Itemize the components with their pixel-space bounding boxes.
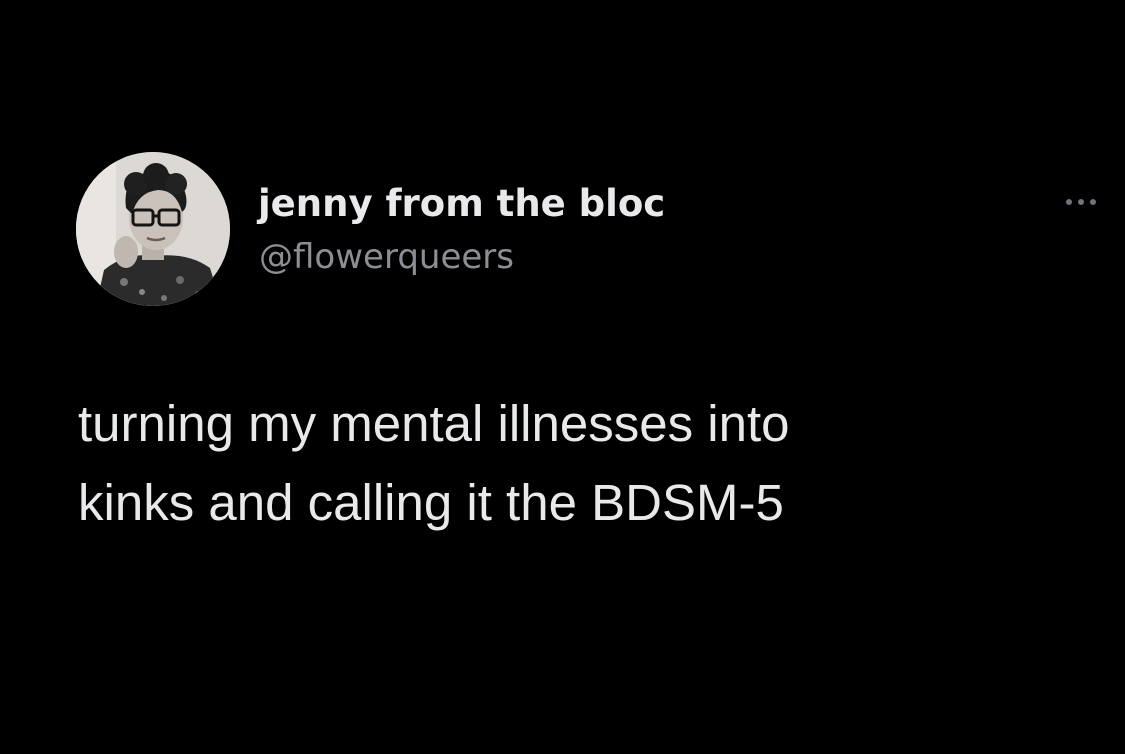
avatar-photo-icon — [76, 152, 230, 306]
more-options-button[interactable] — [1054, 188, 1108, 216]
more-options-icon — [1066, 199, 1072, 205]
more-options-icon — [1078, 199, 1084, 205]
author-handle[interactable]: @flowerqueers — [259, 234, 514, 280]
tweet-text-line: turning my mental illnesses into — [78, 395, 790, 452]
tweet-card: jenny from the bloc @flowerqueers turnin… — [0, 0, 1125, 754]
more-options-icon — [1090, 199, 1096, 205]
author-display-name[interactable]: jenny from the bloc — [258, 180, 665, 228]
avatar[interactable] — [76, 152, 230, 306]
tweet-text: turning my mental illnesses into kinks a… — [78, 384, 1088, 542]
tweet-text-line: kinks and calling it the BDSM-5 — [78, 474, 784, 531]
